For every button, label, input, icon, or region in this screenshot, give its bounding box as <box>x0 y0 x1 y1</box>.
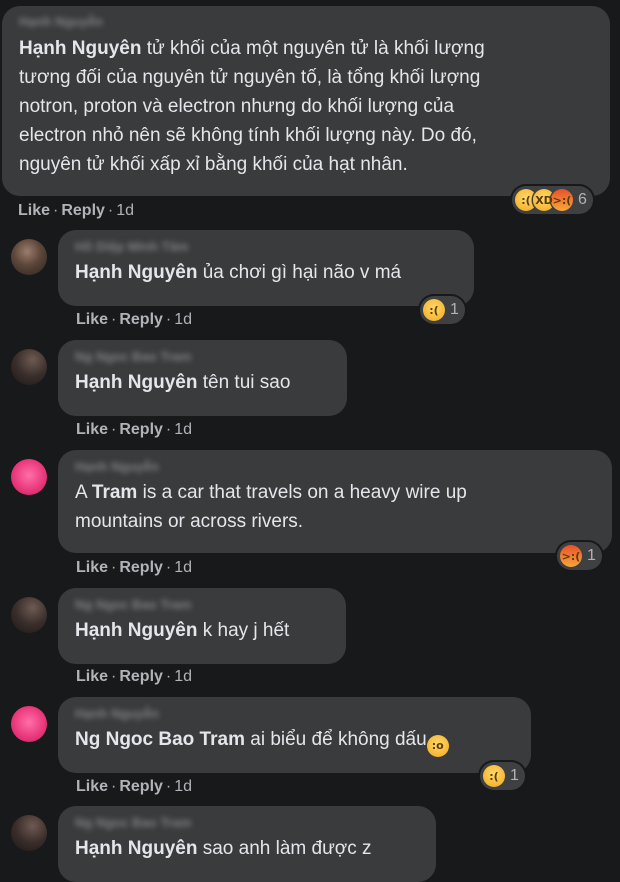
comment-text: Hạnh Nguyên sao anh làm được z <box>75 838 372 859</box>
mention-link[interactable]: Ng Ngoc Bao Tram <box>75 729 245 750</box>
reaction-count: 1 <box>450 301 459 318</box>
bold-term: Tram <box>91 482 138 503</box>
angry-reaction-icon: >:( <box>560 545 582 567</box>
comment-text: Hạnh Nguyên tử khối của một nguyên tử là… <box>19 38 485 175</box>
like-button[interactable]: Like <box>76 778 108 795</box>
reaction-count: 6 <box>578 191 587 208</box>
like-button[interactable]: Like <box>18 202 50 219</box>
like-button[interactable]: Like <box>76 311 108 328</box>
comment-author[interactable]: Hạnh Nguyễn <box>75 706 514 721</box>
comment-text: Hạnh Nguyên tên tui sao <box>75 372 291 393</box>
reply-button[interactable]: Reply <box>119 421 163 438</box>
comment-bubble: Hạnh Nguyễn A Tram is a car that travels… <box>58 450 612 553</box>
comment-author[interactable]: Hồ Diệp Minh Tâm <box>75 239 457 254</box>
comment-actions: Like · Reply · 1d <box>76 311 193 328</box>
mention-link[interactable]: Hạnh Nguyên <box>75 372 197 393</box>
reaction-count: 1 <box>510 767 519 784</box>
comment-author[interactable]: Hạnh Nguyễn <box>19 14 594 29</box>
like-button[interactable]: Like <box>76 559 108 576</box>
reaction-summary[interactable]: >:( 1 <box>557 542 602 570</box>
reply-button[interactable]: Reply <box>61 202 105 219</box>
reply-button[interactable]: Reply <box>119 559 163 576</box>
comment-bubble: Ng Ngoc Bao Tram Hạnh Nguyên tên tui sao <box>58 340 347 416</box>
reaction-count: 1 <box>587 547 596 564</box>
timestamp[interactable]: 1d <box>174 668 192 685</box>
comment-author[interactable]: Hạnh Nguyễn <box>75 459 595 474</box>
reply-button[interactable]: Reply <box>119 668 163 685</box>
comment-author[interactable]: Ng Ngoc Bao Tram <box>75 815 419 830</box>
comment-author[interactable]: Ng Ngoc Bao Tram <box>75 349 330 364</box>
comment-text: A Tram is a car that travels on a heavy … <box>75 482 467 532</box>
comment-actions: Like · Reply · 1d <box>76 778 193 795</box>
comment-bubble: Ng Ngoc Bao Tram Hạnh Nguyên k hay j hết <box>58 588 346 664</box>
comment-actions: Like · Reply · 1d <box>76 668 193 685</box>
timestamp[interactable]: 1d <box>174 559 192 576</box>
avatar[interactable] <box>11 239 47 275</box>
avatar[interactable] <box>11 597 47 633</box>
sad-reaction-icon: :( <box>423 299 445 321</box>
comment-bubble: Hồ Diệp Minh Tâm Hạnh Nguyên ủa chơi gì … <box>58 230 474 306</box>
reply-button[interactable]: Reply <box>119 778 163 795</box>
reaction-summary[interactable]: :( 1 <box>420 296 465 324</box>
mention-link[interactable]: Hạnh Nguyên <box>19 38 141 59</box>
comment-actions: Like · Reply · 1d <box>76 421 193 438</box>
avatar[interactable] <box>11 459 47 495</box>
comment-bubble: Hạnh Nguyễn Hạnh Nguyên tử khối của một … <box>2 6 610 196</box>
reaction-summary[interactable]: :( XD >:( 6 <box>512 186 593 214</box>
sad-reaction-icon: :( <box>483 765 505 787</box>
avatar[interactable] <box>11 706 47 742</box>
timestamp[interactable]: 1d <box>174 421 192 438</box>
mention-link[interactable]: Hạnh Nguyên <box>75 620 197 641</box>
angry-reaction-icon: >:( <box>551 189 573 211</box>
comment-bubble: Ng Ngoc Bao Tram Hạnh Nguyên sao anh làm… <box>58 806 436 882</box>
reaction-summary[interactable]: :( 1 <box>480 762 525 790</box>
mention-link[interactable]: Hạnh Nguyên <box>75 262 197 283</box>
comment-bubble: Hạnh Nguyễn Ng Ngoc Bao Tram ai biểu để … <box>58 697 531 773</box>
timestamp[interactable]: 1d <box>116 202 134 219</box>
avatar[interactable] <box>11 349 47 385</box>
like-button[interactable]: Like <box>76 668 108 685</box>
comment-author[interactable]: Ng Ngoc Bao Tram <box>75 597 329 612</box>
comment-actions: Like · Reply · 1d <box>18 202 135 219</box>
comment-text: Ng Ngoc Bao Tram ai biểu để không dấu:o <box>75 725 514 757</box>
like-button[interactable]: Like <box>76 421 108 438</box>
timestamp[interactable]: 1d <box>174 311 192 328</box>
comment-text: Hạnh Nguyên ủa chơi gì hại não v má <box>75 262 402 283</box>
hushed-face-emoji: :o <box>426 735 449 757</box>
comment-actions: Like · Reply · 1d <box>76 559 193 576</box>
reply-button[interactable]: Reply <box>119 311 163 328</box>
comment-text: Hạnh Nguyên k hay j hết <box>75 620 290 641</box>
mention-link[interactable]: Hạnh Nguyên <box>75 838 197 859</box>
avatar[interactable] <box>11 815 47 851</box>
timestamp[interactable]: 1d <box>174 778 192 795</box>
